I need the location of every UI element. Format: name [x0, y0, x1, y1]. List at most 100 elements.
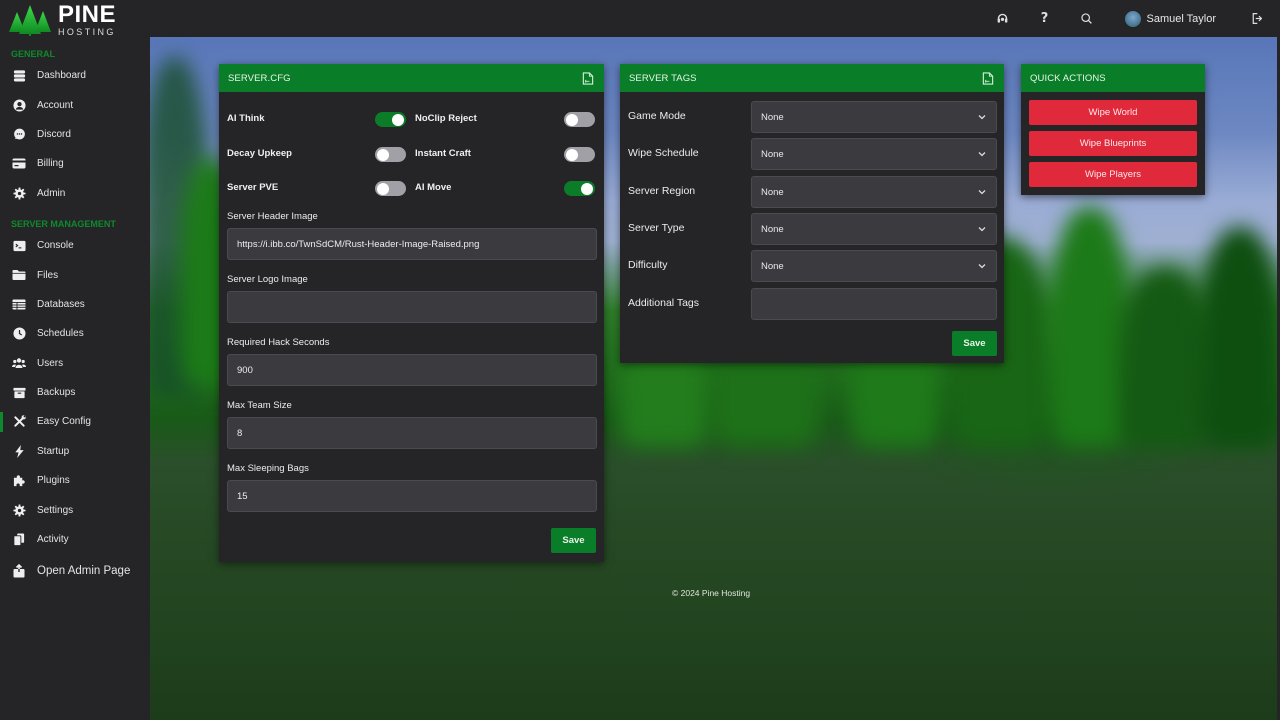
additional-tags-label: Additional Tags — [628, 297, 700, 309]
server-cfg-header: SERVER.CFG — [219, 64, 604, 92]
credit-card-icon — [12, 157, 26, 171]
tag-row-server-region: Server Region None — [620, 176, 1004, 208]
server-header-image-label: Server Header Image — [227, 211, 318, 222]
max-sleeping-bags-input[interactable] — [227, 480, 597, 512]
sidebar-item-activity[interactable]: Activity — [0, 525, 150, 554]
toggle-instant-craft[interactable] — [564, 147, 595, 162]
required-hack-seconds-input[interactable] — [227, 354, 597, 386]
toggle-ai-move[interactable] — [564, 181, 595, 196]
tools-icon — [12, 415, 26, 429]
max-team-size-input[interactable] — [227, 417, 597, 449]
tag-row-server-type: Server Type None — [620, 213, 1004, 245]
toggle-label-instant-craft: Instant Craft — [415, 148, 471, 159]
server-tags-panel: SERVER TAGS Game Mode None Wipe Schedule… — [620, 64, 1004, 363]
game-mode-select[interactable]: None — [751, 101, 997, 133]
file-save-icon[interactable] — [582, 71, 594, 85]
toggle-label-noclip-reject: NoClip Reject — [415, 113, 477, 124]
sidebar-item-label: Activity — [37, 534, 69, 546]
search-icon[interactable] — [1079, 11, 1095, 27]
support-icon[interactable] — [995, 11, 1011, 27]
archive-icon — [12, 386, 26, 400]
server-region-select[interactable]: None — [751, 176, 997, 208]
sidebar-item-schedules[interactable]: Schedules — [0, 319, 150, 348]
sidebar-item-billing[interactable]: Billing — [0, 149, 150, 178]
wipe-players-button[interactable]: Wipe Players — [1029, 162, 1197, 187]
server-tags-save-button[interactable]: Save — [952, 331, 997, 356]
sidebar-item-backups[interactable]: Backups — [0, 378, 150, 407]
sidebar-item-admin[interactable]: Admin — [0, 179, 150, 208]
sidebar-item-label: Databases — [37, 298, 85, 310]
server-logo-image-input[interactable] — [227, 291, 597, 323]
gear-icon — [12, 186, 26, 200]
difficulty-select[interactable]: None — [751, 250, 997, 282]
tag-row-game-mode: Game Mode None — [620, 101, 1004, 133]
server-tags-title: SERVER TAGS — [629, 72, 697, 84]
wipe-schedule-label: Wipe Schedule — [628, 147, 699, 159]
server-header-image-input[interactable] — [227, 228, 597, 260]
chevron-down-icon — [978, 115, 986, 120]
wipe-blueprints-button[interactable]: Wipe Blueprints — [1029, 131, 1197, 156]
chevron-down-icon — [978, 264, 986, 269]
sidebar-item-plugins[interactable]: Plugins — [0, 466, 150, 495]
toggle-label-ai-think: AI Think — [227, 113, 265, 124]
server-icon — [12, 69, 26, 83]
sidebar-item-label: Schedules — [37, 328, 84, 340]
sidebar-item-files[interactable]: Files — [0, 260, 150, 289]
sidebar-item-label: Startup — [37, 445, 70, 457]
sidebar-item-easy-config[interactable]: Easy Config — [0, 407, 150, 436]
sidebar-item-console[interactable]: Console — [0, 231, 150, 260]
server-tags-header: SERVER TAGS — [620, 64, 1004, 92]
max-sleeping-bags-label: Max Sleeping Bags — [227, 463, 309, 474]
sidebar: General Dashboard Account Discord Billin… — [0, 37, 150, 720]
server-type-label: Server Type — [628, 222, 685, 234]
logout-icon[interactable] — [1248, 11, 1264, 27]
sidebar-item-startup[interactable]: Startup — [0, 437, 150, 466]
additional-tags-input[interactable] — [751, 288, 997, 320]
top-bar: PINE HOSTING ? Samuel Taylor — [0, 0, 1280, 37]
toggle-server-pve[interactable] — [375, 181, 406, 196]
sidebar-section-server-management: Server Management — [11, 218, 116, 229]
sidebar-item-settings[interactable]: Settings — [0, 495, 150, 524]
server-cfg-save-button[interactable]: Save — [551, 528, 596, 553]
sidebar-item-label: Settings — [37, 504, 74, 516]
server-logo-image-label: Server Logo Image — [227, 274, 308, 285]
help-icon[interactable]: ? — [1037, 11, 1053, 27]
wipe-schedule-select[interactable]: None — [751, 138, 997, 170]
users-icon — [12, 356, 26, 370]
chevron-down-icon — [978, 190, 986, 195]
logo-title: PINE — [58, 1, 117, 28]
toggle-decay-upkeep[interactable] — [375, 147, 406, 162]
sidebar-item-users[interactable]: Users — [0, 349, 150, 378]
copy-icon — [12, 533, 26, 547]
sidebar-item-label: Discord — [37, 128, 71, 140]
sidebar-item-open-admin-page[interactable]: Open Admin Page — [0, 556, 150, 585]
chevron-down-icon — [978, 227, 986, 232]
wipe-world-button[interactable]: Wipe World — [1029, 100, 1197, 125]
required-hack-seconds-label: Required Hack Seconds — [227, 337, 330, 348]
sidebar-item-account[interactable]: Account — [0, 90, 150, 119]
upload-icon — [12, 563, 26, 578]
toggle-ai-think[interactable] — [375, 112, 406, 127]
pine-hosting-logo[interactable]: PINE HOSTING — [8, 3, 116, 37]
toggle-noclip-reject[interactable] — [564, 112, 595, 127]
tag-row-wipe-schedule: Wipe Schedule None — [620, 138, 1004, 170]
user-name: Samuel Taylor — [1146, 12, 1217, 25]
folder-icon — [12, 268, 26, 282]
sidebar-item-label: Console — [37, 240, 74, 252]
bolt-icon — [12, 444, 26, 458]
server-type-select[interactable]: None — [751, 213, 997, 245]
file-save-icon[interactable] — [982, 71, 994, 85]
sidebar-item-label: Easy Config — [37, 416, 91, 428]
sidebar-item-label: Admin — [37, 187, 66, 199]
max-team-size-label: Max Team Size — [227, 400, 292, 411]
sidebar-item-dashboard[interactable]: Dashboard — [0, 61, 150, 90]
quick-actions-header: QUICK ACTIONS — [1021, 64, 1205, 92]
sidebar-item-databases[interactable]: Databases — [0, 290, 150, 319]
user-menu[interactable]: Samuel Taylor — [1124, 10, 1217, 27]
chevron-down-icon — [978, 152, 986, 157]
user-circle-icon — [12, 98, 26, 112]
quick-actions-title: QUICK ACTIONS — [1030, 72, 1106, 84]
quick-actions-panel: QUICK ACTIONS Wipe World Wipe Blueprints… — [1021, 64, 1205, 195]
sidebar-item-discord[interactable]: Discord — [0, 120, 150, 149]
avatar — [1124, 10, 1141, 27]
